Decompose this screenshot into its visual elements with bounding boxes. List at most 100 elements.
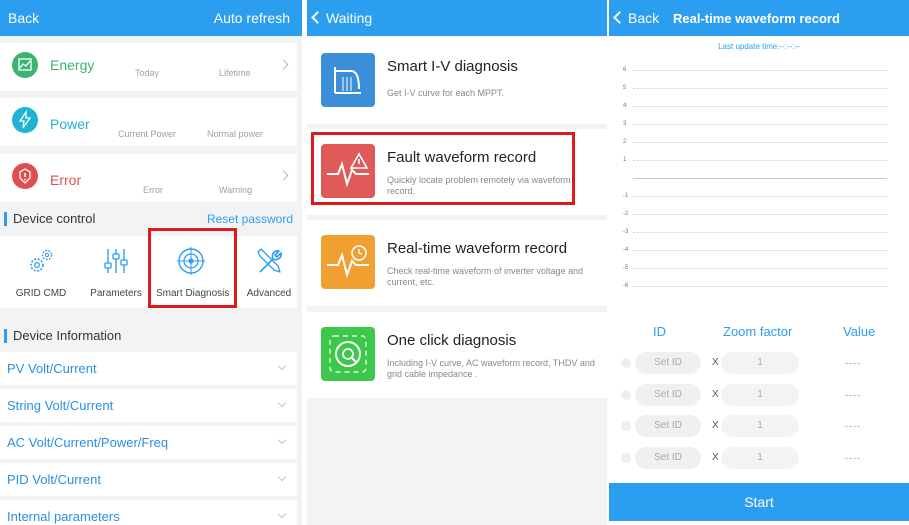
y-tick-label: 5 [623,85,627,91]
multiply-label: X [712,452,719,463]
zoom-factor-input[interactable]: 1 [721,415,799,437]
set-id-button[interactable]: Set ID [635,447,701,469]
grid-line [633,196,887,197]
id-header: ID [653,324,666,339]
smart-iv-item[interactable]: Smart I-V diagnosis Get I-V curve for ea… [307,38,607,124]
info-item-string[interactable]: String Volt/Current [0,389,297,422]
chevron-down-icon [277,509,287,519]
power-card[interactable]: Power Current Power Normal power [0,98,297,146]
channel-row: Set ID X 1 ---- [609,384,909,406]
waiting-back-button[interactable]: Waiting [311,10,373,26]
start-button[interactable]: Start [609,483,909,521]
channel-checkbox[interactable] [621,421,631,431]
info-item-ac[interactable]: AC Volt/Current/Power/Freq [0,426,297,459]
auto-refresh-button[interactable]: Auto refresh [214,10,290,26]
info-item-label: String Volt/Current [7,398,114,413]
channel-value: ---- [845,453,861,463]
y-tick-label: -5 [623,265,629,271]
energy-card[interactable]: Energy Today Lifetime [0,43,297,91]
chevron-left-icon [311,11,324,24]
top-bar: Back Auto refresh [0,0,302,36]
multiply-label: X [712,420,719,431]
grid-line [633,70,887,71]
realtime-waveform-icon [321,235,375,289]
channel-row: Set ID X 1 ---- [609,415,909,437]
y-tick-label: -1 [623,193,629,199]
set-id-button[interactable]: Set ID [635,415,701,437]
sliders-icon [104,249,128,273]
realtime-waveform-desc: Check real-time waveform of inverter vol… [387,266,584,287]
y-tick-label: -3 [623,229,629,235]
chevron-right-icon [278,59,289,70]
info-item-internal[interactable]: Internal parameters [0,500,297,525]
grid-line [633,106,887,107]
error-card[interactable]: Error Error Warning [0,154,297,202]
error-label: Error [50,172,82,188]
set-id-button[interactable]: Set ID [635,352,701,374]
info-item-pv[interactable]: PV Volt/Current [0,352,297,385]
zoom-factor-input[interactable]: 1 [721,352,799,374]
set-id-button[interactable]: Set ID [635,384,701,406]
advanced-button[interactable]: Advanced [234,236,302,308]
parameters-label: Parameters [90,288,142,299]
gears-icon [30,249,53,272]
info-item-label: PID Volt/Current [7,472,101,487]
wrench-screwdriver-icon [257,248,282,273]
chevron-down-icon [277,398,287,408]
energy-today-label: Today [135,68,160,78]
channel-value: ---- [845,358,861,368]
energy-icon [12,52,38,78]
zoom-factor-input[interactable]: 1 [721,447,799,469]
one-click-item[interactable]: One click diagnosis Including I-V curve,… [307,312,607,398]
chevron-left-icon [613,11,626,24]
y-tick-label: 1 [623,157,627,163]
reset-password-link[interactable]: Reset password [207,212,293,226]
y-tick-label: 2 [623,139,627,145]
zoom-factor-input[interactable]: 1 [721,384,799,406]
value-header: Value [843,324,876,339]
parameters-button[interactable]: Parameters [81,236,151,308]
info-item-label: Internal parameters [7,509,120,524]
info-item-label: AC Volt/Current/Power/Freq [7,435,169,450]
chevron-down-icon [277,435,287,445]
back-button[interactable]: Back [613,10,659,26]
channel-checkbox[interactable] [621,453,631,463]
channel-checkbox[interactable] [621,390,631,400]
waiting-label: Waiting [326,10,373,26]
grid-line [633,232,887,233]
zero-axis-line [633,178,887,179]
channel-row: Set ID X 1 ---- [609,447,909,469]
realtime-waveform-item[interactable]: Real-time waveform record Check real-tim… [307,220,607,306]
grid-line [633,160,887,161]
top-bar: Back Real-time waveform record [609,0,909,36]
grid-line [633,286,887,287]
grid-cmd-button[interactable]: GRID CMD [6,236,76,308]
multiply-label: X [712,389,719,400]
back-button[interactable]: Back [8,10,39,26]
advanced-label: Advanced [246,288,292,299]
y-tick-label: 4 [623,103,627,109]
device-control-heading: Device control [4,212,95,226]
diagnosis-panel: Waiting Smart I-V diagnosis Get I-V curv… [307,0,607,525]
energy-label: Energy [50,57,95,73]
channel-checkbox[interactable] [621,358,631,368]
realtime-waveform-panel: Back Real-time waveform record Last upda… [609,0,909,525]
y-tick-label: -4 [623,247,629,253]
one-click-desc: Including I-V curve, AC waveform record,… [387,358,595,379]
smart-iv-title: Smart I-V diagnosis [387,58,518,75]
error-count-label: Error [143,185,163,195]
grid-line [633,142,887,143]
grid-line [633,268,887,269]
info-item-pid[interactable]: PID Volt/Current [0,463,297,496]
grid-line [633,250,887,251]
grid-line [633,88,887,89]
device-panel: Back Auto refresh Energy Today Lifetime … [0,0,302,525]
y-tick-label: -2 [623,211,629,217]
multiply-label: X [712,357,719,368]
error-icon [12,163,38,189]
smart-diagnosis-highlight [148,228,237,308]
energy-lifetime-label: Lifetime [219,68,251,78]
chevron-right-icon [278,170,289,181]
grid-line [633,214,887,215]
last-update-label: Last update time:--:--:-- [718,42,800,51]
